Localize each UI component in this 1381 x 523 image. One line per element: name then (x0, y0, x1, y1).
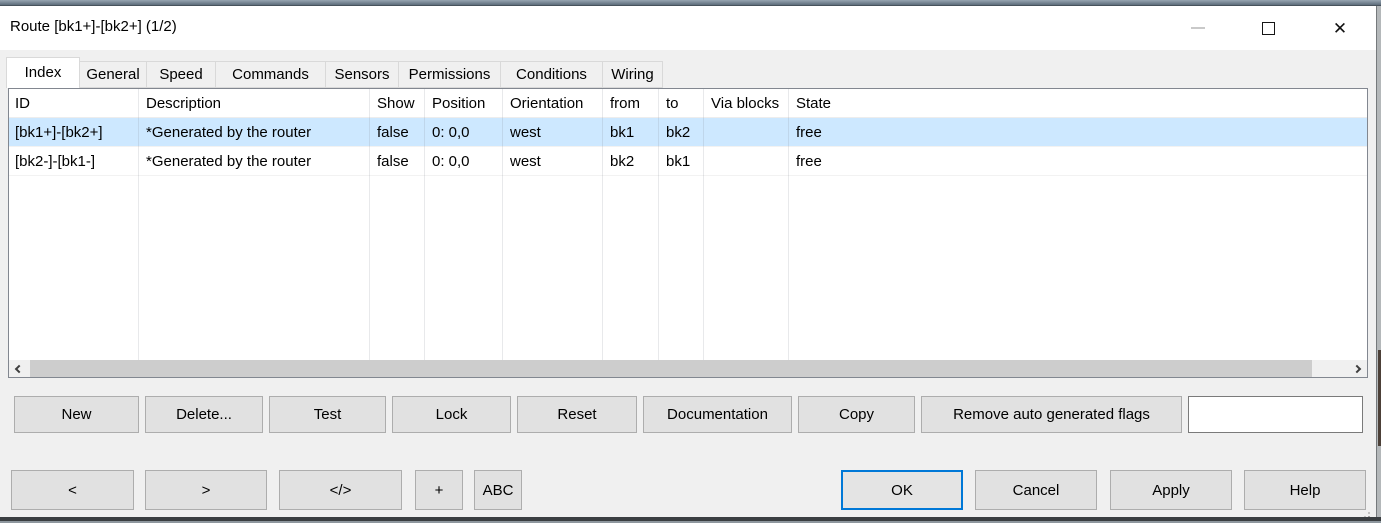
column-header-id[interactable]: ID (9, 89, 138, 117)
cell-via-blocks (703, 118, 788, 146)
column-divider (138, 89, 139, 360)
column-divider (602, 89, 603, 360)
cell-position: 0: 0,0 (432, 153, 470, 170)
ok-button[interactable]: OK (841, 470, 963, 510)
chevron-right-icon (1352, 364, 1362, 373)
table-row[interactable]: [bk2-]-[bk1-] *Generated by the router f… (9, 147, 1367, 176)
column-header-show[interactable]: Show (369, 89, 424, 117)
minimize-icon (1191, 27, 1205, 29)
cell-to: bk1 (666, 153, 691, 170)
help-button[interactable]: Help (1244, 470, 1366, 510)
column-header-position[interactable]: Position (424, 89, 502, 117)
tab-bar: Index General Speed Commands Sensors Per… (6, 50, 663, 88)
tab-wiring[interactable]: Wiring (602, 61, 663, 88)
cell-id: [bk2-]-[bk1-] (15, 153, 96, 170)
column-divider (424, 89, 425, 360)
previous-route-button[interactable]: < (11, 470, 134, 510)
chevron-left-icon (14, 364, 24, 373)
test-button[interactable]: Test (269, 396, 386, 433)
remove-auto-generated-flags-button[interactable]: Remove auto generated flags (921, 396, 1182, 433)
background-window-right-edge (1376, 6, 1381, 517)
bottom-edge-line (0, 517, 1381, 521)
cell-from: bk2 (610, 153, 635, 170)
cell-show: false (377, 124, 409, 141)
tab-index[interactable]: Index (6, 57, 80, 88)
cell-description: *Generated by the router (146, 153, 312, 170)
cell-description: *Generated by the router (146, 124, 312, 141)
column-header-via-blocks[interactable]: Via blocks (703, 89, 788, 117)
cell-show: false (377, 153, 409, 170)
scroll-right-button[interactable] (1349, 360, 1367, 377)
cell-orientation: west (510, 153, 541, 170)
minimize-button[interactable] (1182, 14, 1214, 42)
background-window-bottom-edge (0, 517, 1381, 523)
tab-sensors[interactable]: Sensors (325, 61, 399, 88)
cell-from: bk1 (610, 124, 635, 141)
tab-conditions[interactable]: Conditions (500, 61, 603, 88)
tab-permissions[interactable]: Permissions (398, 61, 501, 88)
close-icon: ✕ (1332, 18, 1348, 38)
titlebar: Route [bk1+]-[bk2+] (1/2) ✕ (0, 6, 1376, 50)
maximize-icon (1261, 21, 1275, 35)
column-header-orientation[interactable]: Orientation (502, 89, 602, 117)
tab-general[interactable]: General (79, 61, 147, 88)
cancel-button[interactable]: Cancel (975, 470, 1097, 510)
column-divider (658, 89, 659, 360)
route-dialog-window: Route [bk1+]-[bk2+] (1/2) ✕ Index Genera… (0, 6, 1376, 522)
cell-id: [bk1+]-[bk2+] (15, 124, 103, 141)
lock-button[interactable]: Lock (392, 396, 511, 433)
new-button[interactable]: New (14, 396, 139, 433)
column-header-from[interactable]: from (602, 89, 658, 117)
close-button[interactable]: ✕ (1324, 14, 1356, 42)
routes-table: ID Description Show Position Orientation… (8, 88, 1368, 378)
table-row-selected[interactable]: [bk1+]-[bk2+] *Generated by the router f… (9, 118, 1367, 147)
cell-to: bk2 (666, 124, 691, 141)
column-header-state[interactable]: State (788, 89, 1367, 117)
table-header-row: ID Description Show Position Orientation… (9, 89, 1367, 118)
abc-button[interactable]: ABC (474, 470, 522, 510)
xml-view-button[interactable]: </> (279, 470, 402, 510)
reset-button[interactable]: Reset (517, 396, 637, 433)
screen: Route [bk1+]-[bk2+] (1/2) ✕ Index Genera… (0, 0, 1381, 523)
column-divider (703, 89, 704, 360)
window-title: Route [bk1+]-[bk2+] (1/2) (10, 18, 177, 35)
maximize-button[interactable] (1252, 14, 1284, 42)
next-route-button[interactable]: > (145, 470, 267, 510)
column-divider (369, 89, 370, 360)
scrollbar-thumb[interactable] (30, 360, 1312, 377)
column-divider (502, 89, 503, 360)
plus-button[interactable]: + (415, 470, 463, 510)
filter-input[interactable] (1188, 396, 1363, 433)
cell-via-blocks (703, 147, 788, 175)
apply-button[interactable]: Apply (1110, 470, 1232, 510)
cell-orientation: west (510, 124, 541, 141)
documentation-button[interactable]: Documentation (643, 396, 792, 433)
tab-commands[interactable]: Commands (215, 61, 326, 88)
cell-position: 0: 0,0 (432, 124, 470, 141)
cell-state: free (796, 124, 822, 141)
cell-state: free (796, 153, 822, 170)
copy-button[interactable]: Copy (798, 396, 915, 433)
scroll-left-button[interactable] (9, 360, 27, 377)
horizontal-scrollbar[interactable] (9, 360, 1367, 377)
delete-button[interactable]: Delete... (145, 396, 263, 433)
action-button-row: New Delete... Test Lock Reset Documentat… (14, 396, 1363, 433)
column-divider (788, 89, 789, 360)
tab-speed[interactable]: Speed (146, 61, 216, 88)
column-header-to[interactable]: to (658, 89, 703, 117)
column-header-description[interactable]: Description (138, 89, 369, 117)
